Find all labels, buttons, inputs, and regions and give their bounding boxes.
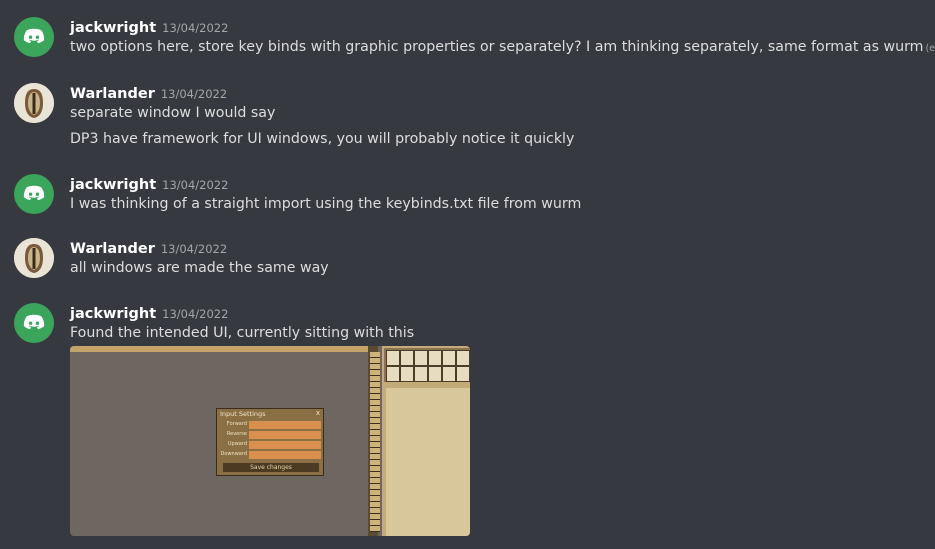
message-text: separate window I would say — [70, 105, 276, 121]
field-input — [249, 451, 321, 459]
tool-icon — [400, 366, 414, 382]
tool-icon — [414, 350, 428, 366]
input-settings-dialog: Input Settings x Forward Reverse Upward … — [216, 408, 324, 476]
field-label: Downward — [220, 451, 247, 457]
close-icon: x — [315, 409, 320, 417]
tool-icon — [400, 350, 414, 366]
author-name[interactable]: Warlander — [70, 86, 155, 102]
dialog-field-row: Forward — [221, 421, 321, 430]
warlander-avatar-icon — [14, 83, 54, 123]
message-text: DP3 have framework for UI windows, you w… — [70, 131, 575, 147]
message-text: all windows are made the same way — [70, 260, 329, 276]
game-toolbar — [384, 348, 470, 382]
game-parchment-panel — [386, 388, 470, 536]
image-attachment[interactable]: Input Settings x Forward Reverse Upward … — [70, 346, 470, 536]
message: jackwright 13/04/2022 I was thinking of a… — [0, 172, 935, 217]
tool-icon — [428, 350, 442, 366]
message-header: Warlander 13/04/2022 — [70, 238, 227, 257]
tool-icon — [442, 366, 456, 382]
dialog-title: Input Settings — [220, 410, 266, 418]
tool-icon — [428, 366, 442, 382]
field-input — [249, 441, 321, 449]
field-label: Reverse — [226, 431, 247, 437]
message-header: jackwright 13/04/2022 — [70, 17, 228, 36]
avatar[interactable] — [14, 17, 54, 57]
discord-logo-icon — [23, 28, 45, 44]
dialog-field-row: Reverse — [221, 431, 321, 440]
timestamp[interactable]: 13/04/2022 — [162, 21, 228, 35]
message-text-content: two options here, store key binds with g… — [70, 39, 924, 55]
message: jackwright 13/04/2022 two options here, s… — [0, 15, 935, 60]
message-text: two options here, store key binds with g… — [70, 39, 935, 55]
edited-label: (edited) — [925, 43, 935, 54]
author-name[interactable]: jackwright — [70, 20, 156, 36]
discord-logo-icon — [23, 185, 45, 201]
message-text: I was thinking of a straight import usin… — [70, 196, 582, 212]
field-input — [249, 421, 321, 429]
dialog-field-row: Upward — [221, 441, 321, 450]
message-header: jackwright 13/04/2022 — [70, 174, 228, 193]
avatar[interactable] — [14, 303, 54, 343]
save-changes-button: Save changes — [223, 463, 319, 472]
game-hotbar — [370, 352, 380, 532]
avatar[interactable] — [14, 238, 54, 278]
message-header: jackwright 13/04/2022 — [70, 303, 228, 322]
discord-logo-icon — [23, 314, 45, 330]
tool-icon — [386, 350, 400, 366]
tool-icon — [456, 366, 470, 382]
avatar[interactable] — [14, 83, 54, 123]
game-top-strip — [70, 346, 368, 352]
field-label: Upward — [227, 441, 247, 447]
avatar[interactable] — [14, 174, 54, 214]
tool-icon — [456, 350, 470, 366]
message-text: Found the intended UI, currently sitting… — [70, 325, 415, 341]
timestamp[interactable]: 13/04/2022 — [161, 87, 227, 101]
message-header: Warlander 13/04/2022 — [70, 83, 227, 102]
timestamp[interactable]: 13/04/2022 — [162, 178, 228, 192]
dialog-field-row: Downward — [220, 451, 321, 460]
tool-icon — [414, 366, 428, 382]
warlander-avatar-icon — [14, 238, 54, 278]
tool-icon — [442, 350, 456, 366]
field-label: Forward — [226, 421, 247, 427]
author-name[interactable]: jackwright — [70, 306, 156, 322]
tool-icon — [386, 366, 400, 382]
message: Warlander 13/04/2022 all windows are made… — [0, 236, 935, 281]
timestamp[interactable]: 13/04/2022 — [162, 307, 228, 321]
timestamp[interactable]: 13/04/2022 — [161, 242, 227, 256]
field-input — [249, 431, 321, 439]
author-name[interactable]: Warlander — [70, 241, 155, 257]
author-name[interactable]: jackwright — [70, 177, 156, 193]
message: Warlander 13/04/2022 separate window I wo… — [0, 81, 935, 151]
